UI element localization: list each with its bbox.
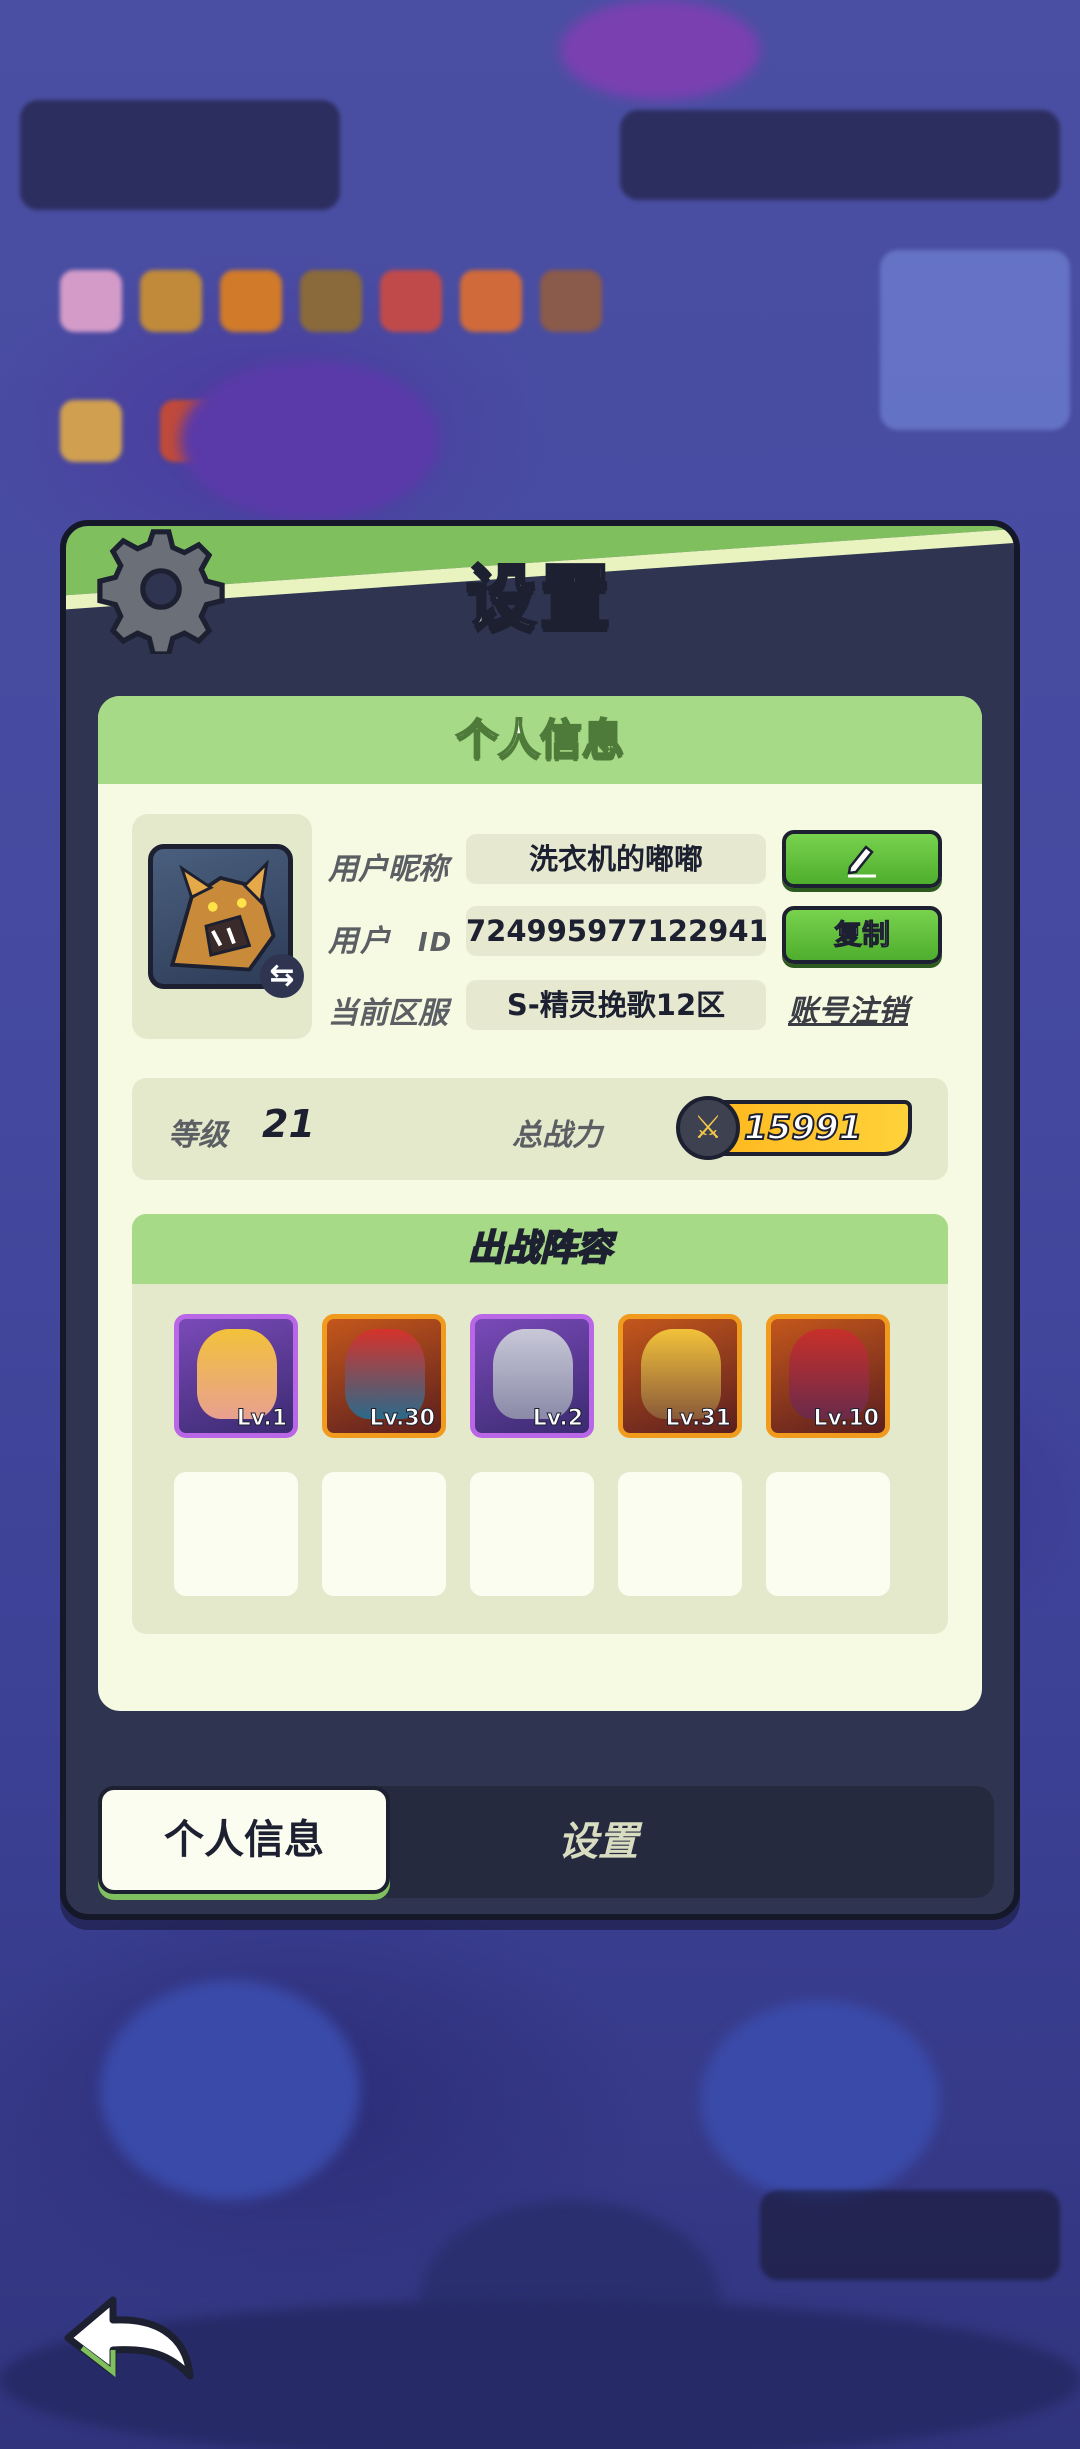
empty-hero-slot[interactable] — [470, 1472, 594, 1596]
hero-level: Lv.2 — [532, 1406, 583, 1432]
tab-bar: 个人信息 设置 — [98, 1786, 994, 1898]
deregister-account-link[interactable]: 账号注销 — [788, 986, 908, 1030]
empty-hero-slot[interactable] — [174, 1472, 298, 1596]
empty-hero-slot[interactable] — [766, 1472, 890, 1596]
level-value: 21 — [262, 1102, 315, 1146]
hero-card[interactable]: Lv.31 — [618, 1314, 742, 1438]
blurred-hud-bottom-card — [760, 2190, 1060, 2280]
empty-hero-slot[interactable] — [322, 1472, 446, 1596]
user-id-label: 用户 ID — [328, 916, 453, 960]
hero-card[interactable]: Lv.30 — [322, 1314, 446, 1438]
power-badge: ⚔ 15991 — [676, 1096, 912, 1160]
edit-nickname-button[interactable] — [782, 830, 942, 888]
blurred-hud-resources — [620, 110, 1060, 200]
server-value: S-精灵挽歌12区 — [466, 980, 766, 1030]
settings-dialog: 设置 个人信息 ⇆ 用户昵称 洗衣机的嘟嘟 用户 ID 724995977122… — [60, 520, 1020, 1920]
power-value: 15991 — [743, 1107, 863, 1149]
tab-settings[interactable]: 设置 — [498, 1786, 698, 1898]
personal-info-panel: 个人信息 ⇆ 用户昵称 洗衣机的嘟嘟 用户 ID 724995977122941… — [98, 696, 982, 1711]
dialog-title: 设置 — [465, 556, 614, 641]
blurred-minimap — [880, 250, 1070, 430]
hero-card[interactable]: Lv.1 — [174, 1314, 298, 1438]
power-label: 总战力 — [512, 1118, 602, 1153]
back-arrow-icon[interactable] — [58, 2288, 198, 2388]
user-id-label-cn: 用户 — [328, 924, 392, 959]
level-label: 等级 — [168, 1118, 228, 1153]
stats-row: 等级 21 总战力 ⚔ 15991 — [132, 1078, 948, 1180]
user-id-label-en: ID — [418, 928, 454, 958]
swap-arrows-icon[interactable]: ⇆ — [260, 954, 304, 998]
hero-level: Lv.30 — [369, 1406, 436, 1432]
lineup-heading: 出战阵容 — [132, 1214, 948, 1284]
hero-card[interactable]: Lv.10 — [766, 1314, 890, 1438]
nickname-label: 用户昵称 — [328, 852, 448, 887]
empty-hero-slot[interactable] — [618, 1472, 742, 1596]
tab-personal-info[interactable]: 个人信息 — [98, 1786, 390, 1894]
hero-level: Lv.1 — [236, 1406, 287, 1432]
copy-id-button[interactable]: 复制 — [782, 906, 942, 964]
hero-card[interactable]: Lv.2 — [470, 1314, 594, 1438]
crossed-swords-icon: ⚔ — [676, 1096, 740, 1160]
panel-heading: 个人信息 — [98, 696, 982, 784]
server-label: 当前区服 — [328, 996, 448, 1031]
hero-level: Lv.10 — [813, 1406, 880, 1432]
pencil-icon — [847, 845, 876, 878]
blurred-hud-player-card — [20, 100, 340, 210]
battle-lineup: 出战阵容 Lv.1 Lv.30 Lv.2 Lv.31 Lv.10 — [132, 1214, 948, 1634]
user-id-value: 7249959771229412 — [466, 906, 766, 956]
nickname-value: 洗衣机的嘟嘟 — [466, 834, 766, 884]
hero-level: Lv.31 — [665, 1406, 732, 1432]
avatar-container[interactable]: ⇆ — [132, 814, 312, 1039]
